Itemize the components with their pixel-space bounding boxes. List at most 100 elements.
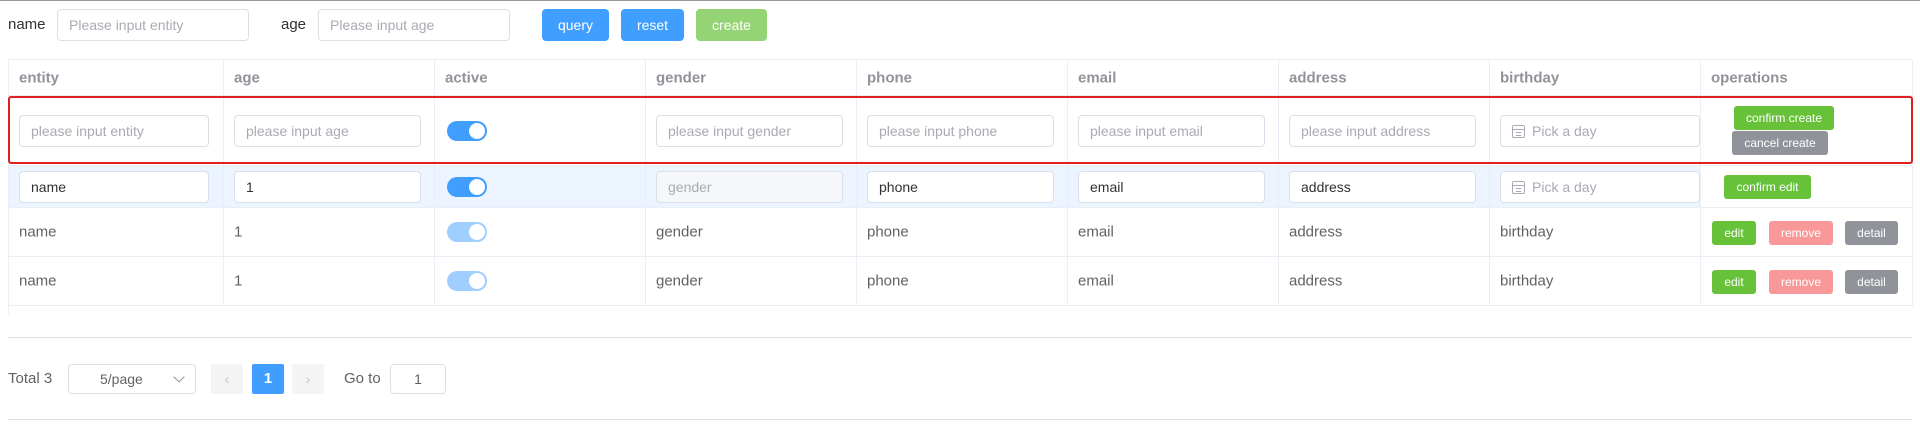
header-label-gender: gender <box>656 69 707 86</box>
remove-button[interactable]: remove <box>1769 221 1833 245</box>
confirm-edit-button[interactable]: confirm edit <box>1724 175 1811 199</box>
calendar-icon <box>1512 124 1525 138</box>
header-cell-operations: operations <box>1701 60 1913 95</box>
entity-value: name <box>19 272 57 290</box>
edit-active-toggle[interactable] <box>447 176 487 197</box>
cell: edit remove detail <box>1701 208 1913 256</box>
name-search-input[interactable] <box>57 9 249 41</box>
header-label-operations: operations <box>1711 69 1788 86</box>
address-value: address <box>1289 272 1343 290</box>
cell: birthday <box>1490 257 1701 305</box>
age-search-input[interactable] <box>318 9 510 41</box>
header-cell-email: email <box>1068 60 1279 95</box>
confirm-create-button[interactable]: confirm create <box>1734 106 1834 130</box>
active-toggle <box>447 271 487 291</box>
toggle-knob <box>469 273 485 289</box>
header-label-address: address <box>1289 69 1347 86</box>
new-age-input[interactable] <box>234 114 421 147</box>
detail-button[interactable]: detail <box>1845 221 1898 245</box>
cell <box>224 166 435 207</box>
detail-button[interactable]: detail <box>1845 270 1898 294</box>
divider <box>8 337 1912 338</box>
cell <box>646 166 857 207</box>
email-value: email <box>1078 272 1114 290</box>
birthday-value: birthday <box>1500 272 1554 290</box>
date-placeholder: Pick a day <box>1532 178 1597 195</box>
edit-address-input[interactable] <box>1289 170 1476 203</box>
cancel-create-button[interactable]: cancel create <box>1732 131 1828 155</box>
edit-entity-input[interactable] <box>19 170 209 203</box>
table-row: name 1 gender phone email address birthd… <box>9 257 1913 306</box>
create-button[interactable]: create <box>696 9 767 41</box>
cell: email <box>1068 257 1279 305</box>
age-value: 1 <box>234 272 243 290</box>
header-label-active: active <box>445 69 488 86</box>
cell <box>435 96 646 165</box>
query-button[interactable]: query <box>542 9 609 41</box>
edit-button[interactable]: edit <box>1712 221 1756 245</box>
header-cell-phone: phone <box>857 60 1068 95</box>
cell: gender <box>646 257 857 305</box>
toggle-knob <box>469 224 485 240</box>
edit-age-input[interactable] <box>234 170 421 203</box>
header-label-email: email <box>1078 69 1117 86</box>
search-bar: name age query reset create <box>0 9 1920 41</box>
edit-email-input[interactable] <box>1078 170 1265 203</box>
edit-birthday-picker[interactable]: Pick a day <box>1500 170 1700 203</box>
cell <box>435 208 646 256</box>
remove-button[interactable]: remove <box>1769 270 1833 294</box>
name-label: name <box>8 16 46 33</box>
cell: birthday <box>1490 208 1701 256</box>
new-entity-input[interactable] <box>19 114 209 147</box>
active-toggle <box>447 222 487 242</box>
header-label-entity: entity <box>19 69 60 86</box>
chevron-down-icon <box>173 371 185 383</box>
header-cell-age: age <box>224 60 435 95</box>
header-cell-gender: gender <box>646 60 857 95</box>
new-active-toggle[interactable] <box>447 120 487 141</box>
divider <box>8 419 1912 420</box>
header-cell-active: active <box>435 60 646 95</box>
cell <box>9 166 224 207</box>
new-email-input[interactable] <box>1078 114 1265 147</box>
cell <box>1279 166 1490 207</box>
cell <box>857 96 1068 165</box>
page-size-select[interactable]: 5/page <box>68 364 196 394</box>
page-number-button[interactable]: 1 <box>252 364 284 394</box>
cell <box>435 257 646 305</box>
header-cell-address: address <box>1279 60 1490 95</box>
edit-button[interactable]: edit <box>1712 270 1756 294</box>
new-phone-input[interactable] <box>867 114 1054 147</box>
birthday-value: birthday <box>1500 223 1554 241</box>
cell: phone <box>857 208 1068 256</box>
cell: address <box>1279 208 1490 256</box>
pagination-total: Total 3 <box>8 370 53 387</box>
goto-label: Go to <box>344 370 381 387</box>
gender-value: gender <box>656 272 703 290</box>
table-header: entity age active gender phone email add… <box>9 60 1913 96</box>
cell <box>435 166 646 207</box>
reset-button[interactable]: reset <box>621 9 684 41</box>
next-page-button[interactable]: › <box>292 364 324 394</box>
header-cell-birthday: birthday <box>1490 60 1701 95</box>
edit-phone-input[interactable] <box>867 170 1054 203</box>
cell: name <box>9 257 224 305</box>
cell: 1 <box>224 208 435 256</box>
edit-row: Pick a day confirm edit <box>9 166 1913 208</box>
page-size-value: 5/page <box>100 371 143 387</box>
cell: confirm create cancel create <box>1701 96 1913 165</box>
calendar-icon <box>1512 180 1525 194</box>
cell: confirm edit <box>1701 166 1913 207</box>
create-row: Pick a day confirm create cancel create <box>9 96 1913 166</box>
cell <box>857 166 1068 207</box>
age-label: age <box>281 16 307 33</box>
prev-page-button[interactable]: ‹ <box>211 364 243 394</box>
header-cell-entity: entity <box>9 60 224 95</box>
cell: gender <box>646 208 857 256</box>
new-gender-input[interactable] <box>656 114 843 147</box>
goto-page-input[interactable] <box>390 364 446 394</box>
new-address-input[interactable] <box>1289 114 1476 147</box>
cell: edit remove detail <box>1701 257 1913 305</box>
entity-value: name <box>19 223 57 241</box>
new-birthday-picker[interactable]: Pick a day <box>1500 114 1700 147</box>
